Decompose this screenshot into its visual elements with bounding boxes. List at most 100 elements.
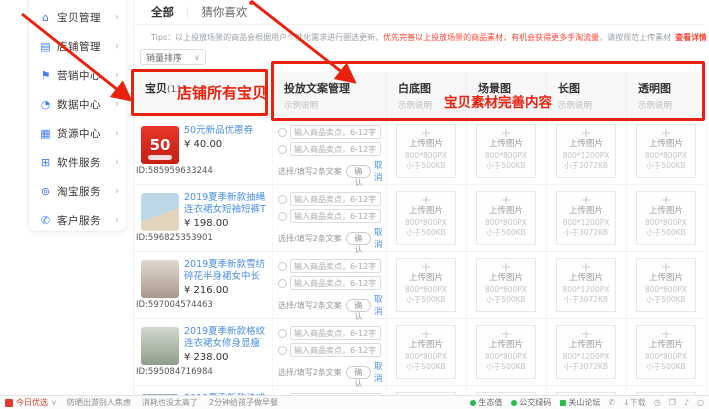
confirm-button[interactable]: 确认 (346, 299, 371, 312)
sellpoint-checkbox-2[interactable] (278, 346, 287, 355)
upload-image-box[interactable]: + 上传图片 800*1200PX 小于3072KB (556, 191, 616, 245)
upload-image-box[interactable]: + 上传图片 800*800PX 小于500KB (636, 191, 696, 245)
sellpoint-input-1[interactable] (290, 326, 381, 340)
product-price: ¥ 40.00 (184, 139, 222, 150)
news-headline[interactable]: 2分钟给孩子做早餐 (209, 397, 278, 408)
example-hint-link[interactable]: 示例说明 (558, 99, 626, 111)
cancel-button[interactable]: 取消 (374, 159, 386, 183)
headset-icon: ✆ (38, 214, 53, 227)
tab-all[interactable]: 全部 (151, 4, 174, 20)
upload-image-box[interactable]: + 上传图片 800*800PX 小于500KB (476, 258, 536, 312)
sellpoint-checkbox-2[interactable] (278, 212, 287, 221)
table-header: 宝贝(11) 投放文案管理 示例说明 白底图 示例说明 场景图 示例说明 长图 … (134, 72, 707, 118)
status-badge[interactable]: 公交绿码 (511, 397, 551, 408)
long-image-upload-cell: + 上传图片 800*1200PX 小于3072KB (547, 118, 627, 184)
chevron-down-icon: ∨ (194, 53, 200, 62)
sellpoint-input-1[interactable] (290, 259, 381, 273)
power-icon[interactable]: ○ (697, 398, 704, 407)
upload-image-box[interactable]: + 上传图片 800*800PX 小于500KB (396, 325, 456, 379)
sidebar-item-8[interactable]: ✆客户服务› (29, 206, 126, 235)
cancel-button[interactable]: 取消 (374, 226, 386, 250)
sidebar-item-4[interactable]: ◔数据中心› (29, 90, 126, 119)
status-badge[interactable]: 生态值 (470, 397, 502, 408)
tab-guess-you-like[interactable]: 猜你喜欢 (201, 4, 247, 20)
sidebar-item-1[interactable]: ⌂宝贝管理› (29, 3, 126, 32)
upload-image-box[interactable]: + 上传图片 800*800PX 小于500KB (396, 258, 456, 312)
window-icon[interactable]: ❐ (669, 398, 676, 407)
speaker-icon[interactable]: ♪ (684, 398, 689, 407)
confirm-button[interactable]: 确认 (346, 165, 371, 178)
upload-image-box[interactable]: + 上传图片 800*1200PX 小于3072KB (556, 124, 616, 178)
chevron-right-icon: › (115, 128, 119, 139)
sellpoint-checkbox-2[interactable] (278, 279, 287, 288)
upload-image-box[interactable]: + 上传图片 800*800PX 小于500KB (636, 325, 696, 379)
upload-image-box[interactable]: + 上传图片 800*800PX 小于500KB (636, 124, 696, 178)
upload-image-box[interactable]: + 上传图片 800*1200PX 小于3072KB (556, 325, 616, 379)
plus-icon: + (557, 127, 615, 139)
history-icon[interactable]: ◷ (654, 398, 661, 407)
status-badge[interactable]: 关山论坛 (560, 397, 600, 408)
upload-image-box[interactable]: + 上传图片 800*800PX 小于500KB (476, 191, 536, 245)
tips-banner: Tips：以上投放场景的商品会根据用户个性化需求进行圈选更新，优先完善以上投放场… (134, 25, 706, 49)
sidebar-item-2[interactable]: ▤店铺管理› (29, 32, 126, 61)
product-title-link[interactable]: 2019夏季新款格纹连衣裙女修身显瘦小众网红 (184, 326, 269, 350)
confirm-button[interactable]: 确认 (346, 366, 371, 379)
confirm-button[interactable]: 确认 (346, 232, 371, 245)
taskbar-brand[interactable]: 今日优选 (16, 397, 48, 408)
sellpoint-input-1[interactable] (290, 125, 381, 139)
sellpoint-input-2[interactable] (290, 343, 381, 357)
sellpoint-checkbox-1[interactable] (278, 128, 287, 137)
news-headline[interactable]: 防晒出游别人焦虑 (67, 397, 131, 408)
example-hint-link[interactable]: 示例说明 (398, 99, 466, 111)
news-headline[interactable]: 消耗也没太高了 (142, 397, 198, 408)
sellpoint-checkbox-2[interactable] (278, 145, 287, 154)
scene-upload-cell: + 上传图片 800*800PX 小于500KB (467, 185, 547, 251)
example-hint-link[interactable]: 示例说明 (638, 99, 706, 111)
product-title-link[interactable]: 50元新品优惠券 (184, 125, 269, 137)
view-details-link[interactable]: 查看详情> (675, 32, 706, 43)
upload-image-box[interactable]: + 上传图片 800*800PX 小于500KB (396, 124, 456, 178)
tips-text-gray: Tips：以上投放场景的商品会根据用户个性化需求进行圈选更新， (151, 32, 383, 43)
product-thumbnail[interactable] (141, 193, 179, 231)
cancel-button[interactable]: 取消 (374, 293, 386, 317)
plus-icon: + (637, 261, 695, 273)
example-hint-link[interactable]: 示例说明 (284, 99, 386, 111)
sellpoint-checkbox-1[interactable] (278, 262, 287, 271)
upload-image-box[interactable]: + 上传图片 800*800PX 小于500KB (396, 191, 456, 245)
upload-image-box[interactable]: + 上传图片 800*800PX 小于500KB (636, 258, 696, 312)
sort-dropdown[interactable]: 销量排序 ∨ (140, 49, 206, 65)
phone-icon[interactable]: ✆ (608, 398, 615, 407)
upload-image-box[interactable]: + 上传图片 800*800PX 小于500KB (476, 124, 536, 178)
product-cell: 50 50元新品优惠券 ¥ 40.00 ID:585959633244 (134, 118, 273, 184)
sellpoint-checkbox-1[interactable] (278, 195, 287, 204)
product-title-link[interactable]: 2019夏季新款雪纺碎花半身裙女中长款高腰白 (184, 259, 269, 283)
table-row: 2019夏季新款抽绳连衣裙女短袖短裤T恤中长款 ¥ 198.00 ID:5968… (134, 185, 707, 252)
sidebar-item-7[interactable]: ⊚淘宝服务› (29, 177, 126, 206)
sellpoint-input-1[interactable] (290, 192, 381, 206)
product-thumbnail[interactable]: 50 (141, 126, 179, 164)
column-header-products: 宝贝(11) (134, 72, 273, 118)
sidebar-item-3[interactable]: ⚑营销中心› (29, 61, 126, 90)
tab-bar: 全部 | 猜你喜欢 (134, 0, 706, 25)
download-icon[interactable]: ↓下载 (623, 397, 646, 408)
sellpoint-checkbox-1[interactable] (278, 329, 287, 338)
sellpoint-input-2[interactable] (290, 209, 381, 223)
white-bg-upload-cell: + 上传图片 800*800PX 小于500KB (387, 185, 467, 251)
upload-image-box[interactable]: + 上传图片 800*800PX 小于500KB (476, 325, 536, 379)
sidebar-item-6[interactable]: ⊞软件服务› (29, 148, 126, 177)
sidebar-item-5[interactable]: ▦货源中心› (29, 119, 126, 148)
sellpoint-input-2[interactable] (290, 142, 381, 156)
product-thumbnail[interactable] (141, 327, 179, 365)
product-title-link[interactable]: 2019夏季新款抽绳连衣裙女短袖短裤T恤中长款 (184, 192, 269, 216)
long-image-upload-cell: + 上传图片 800*1200PX 小于3072KB (547, 185, 627, 251)
long-image-upload-cell: + 上传图片 800*1200PX 小于3072KB (547, 319, 627, 385)
sidebar-item-label: 客户服务 (57, 213, 101, 228)
example-hint-link[interactable]: 示例说明 (478, 99, 546, 111)
upload-image-box[interactable]: + 上传图片 800*1200PX 小于3072KB (556, 258, 616, 312)
sellpoint-input-2[interactable] (290, 276, 381, 290)
product-thumbnail[interactable] (141, 260, 179, 298)
chevron-down-icon[interactable]: ∨ (51, 398, 57, 407)
copy-selection-hint: 选择/填写2条文案 (278, 300, 342, 311)
cancel-button[interactable]: 取消 (374, 360, 386, 384)
apps-grid-icon: ⊞ (38, 156, 53, 169)
